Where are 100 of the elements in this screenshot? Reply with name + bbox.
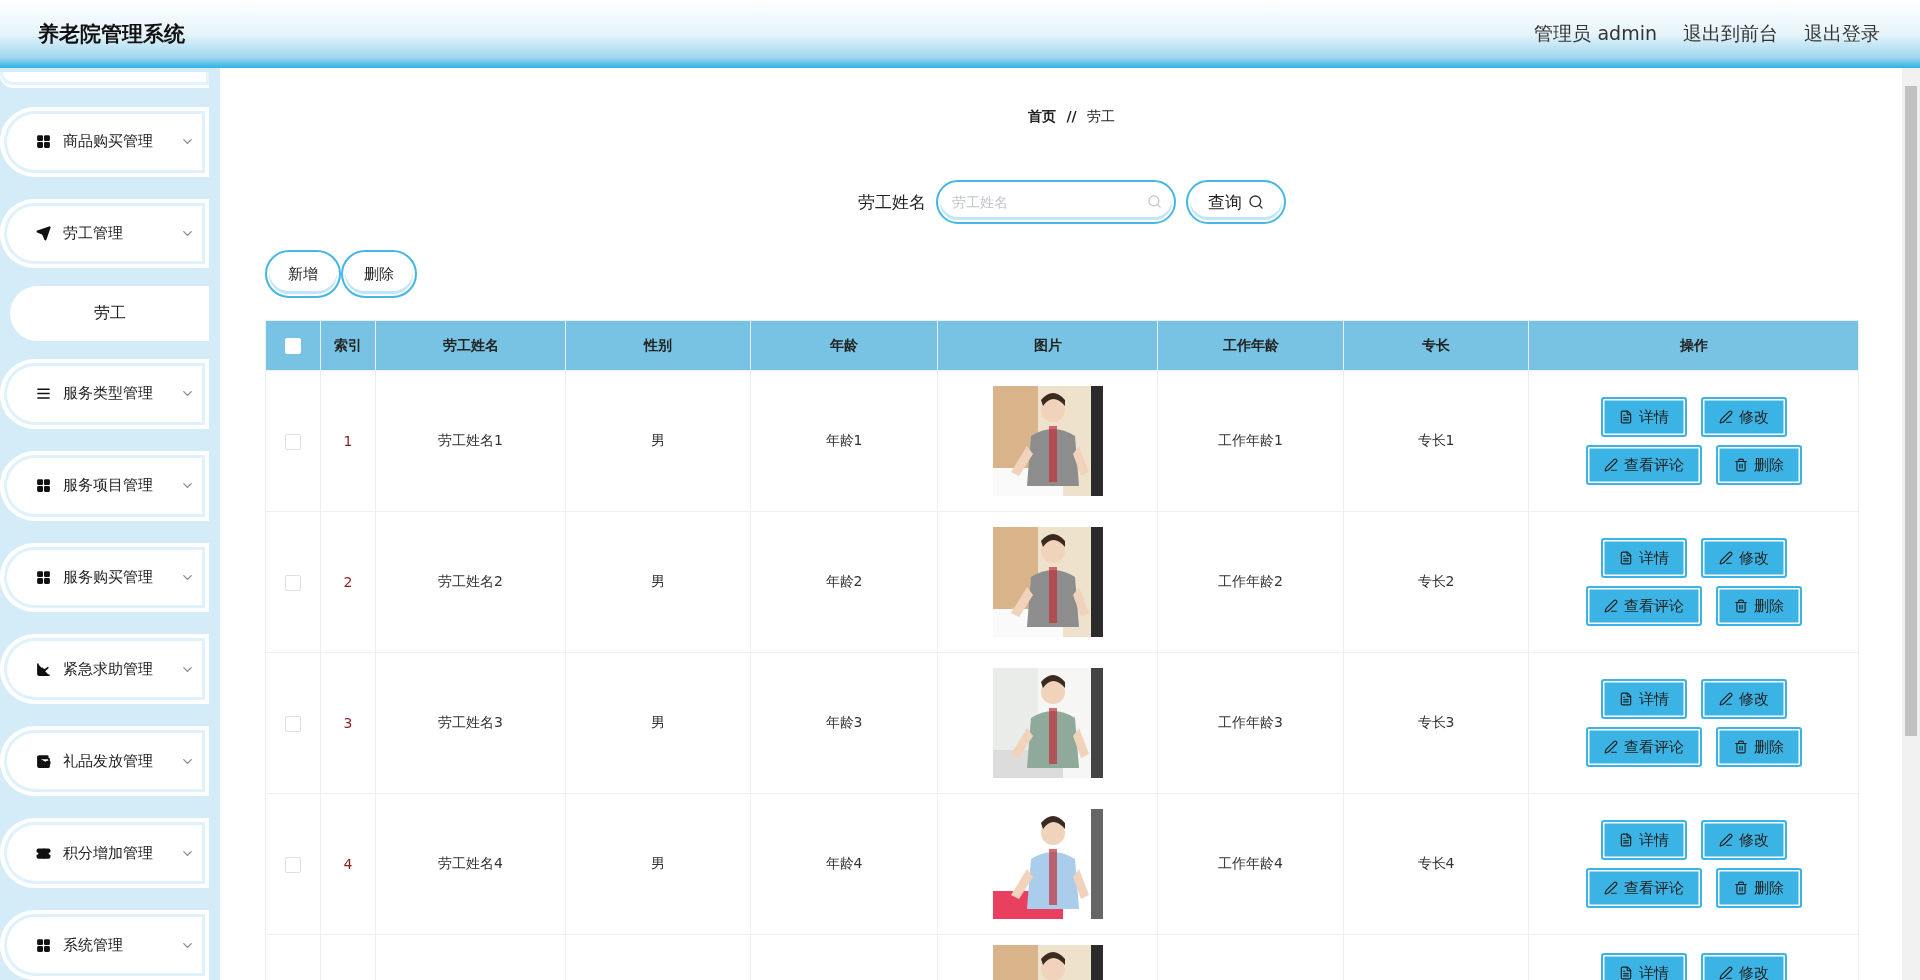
wallet-icon (36, 753, 51, 769)
menu-item[interactable]: 商品购买管理 (0, 106, 209, 177)
list-icon (36, 386, 51, 402)
search-icon (1247, 194, 1264, 210)
app-title: 养老院管理系统 (38, 21, 185, 48)
action-button[interactable]: 详情 (1600, 953, 1687, 980)
table-cell: 工作年龄2 (1157, 511, 1344, 653)
table-cell: 年龄3 (750, 652, 938, 794)
pen-icon (1603, 599, 1618, 613)
checkbox[interactable] (285, 433, 301, 450)
pen-icon (1603, 458, 1618, 472)
action-button[interactable]: 详情 (1600, 820, 1687, 860)
action-button[interactable]: 删除 (1715, 586, 1802, 626)
table-cell: 劳工姓名4 (375, 793, 566, 935)
table-cell: 专长4 (1343, 793, 1529, 935)
header-link[interactable]: 退出到前台 (1683, 21, 1778, 47)
table-cell: 男 (565, 370, 751, 512)
table-cell: 工作年龄4 (1157, 793, 1344, 935)
table-cell: 男 (565, 511, 751, 653)
search-field[interactable]: 劳工姓名 (935, 180, 1176, 224)
submenu-item[interactable]: 劳工 (10, 286, 209, 341)
document-icon (1618, 551, 1633, 565)
action-button[interactable]: 删除 (1715, 727, 1802, 767)
trash-icon (1733, 458, 1748, 472)
menu-item[interactable]: 服务项目管理 (0, 450, 209, 521)
column-header: 性别 (565, 320, 751, 371)
document-icon (1618, 966, 1633, 980)
table-cell: 2 (320, 511, 376, 653)
table-cell: 男 (565, 793, 751, 935)
action-button[interactable]: 查看评论 (1585, 586, 1702, 626)
menu-item[interactable]: 服务类型管理 (0, 358, 209, 429)
grid-icon (36, 937, 51, 953)
pen-icon (1603, 881, 1618, 895)
menu-item[interactable]: 系统管理 (0, 910, 209, 980)
column-header: 专长 (1343, 320, 1529, 371)
scrollbar-thumb[interactable] (1905, 86, 1917, 736)
action-button[interactable]: 查看评论 (1585, 727, 1702, 767)
checkbox[interactable] (285, 715, 301, 732)
table-cell: 1 (320, 370, 376, 512)
pen-icon (1718, 833, 1733, 847)
breadcrumb-item[interactable]: 劳工 (1086, 108, 1115, 126)
search-icon (1146, 194, 1162, 209)
trash-icon (1733, 881, 1748, 895)
table-cell: 工作年龄1 (1157, 370, 1344, 512)
document-icon (1618, 833, 1633, 847)
table-cell: 工作年龄3 (1157, 652, 1344, 794)
action-button[interactable]: 修改 (1700, 953, 1787, 980)
document-icon (1618, 692, 1633, 706)
table-cell: 专长1 (1343, 370, 1529, 512)
column-header: 图片 (937, 320, 1158, 371)
action-button[interactable]: 详情 (1600, 397, 1687, 437)
pen-icon (1603, 740, 1618, 754)
menu-item[interactable]: 劳工管理 (0, 198, 209, 269)
action-button[interactable]: 修改 (1700, 538, 1787, 578)
chart-icon (36, 661, 51, 677)
action-button[interactable]: 查看评论 (1585, 445, 1702, 485)
action-button[interactable]: 修改 (1700, 820, 1787, 860)
delete-button[interactable]: 删除 (341, 250, 417, 298)
table-cell: 专长2 (1343, 511, 1529, 653)
query-button[interactable]: 查询 (1185, 180, 1286, 224)
action-button[interactable]: 修改 (1700, 679, 1787, 719)
table-cell: 专长3 (1343, 652, 1529, 794)
pen-icon (1718, 692, 1733, 706)
action-button[interactable]: 删除 (1715, 868, 1802, 908)
menu-item[interactable]: 礼品发放管理 (0, 726, 209, 797)
action-button[interactable]: 详情 (1600, 538, 1687, 578)
menu-item[interactable]: 积分增加管理 (0, 818, 209, 889)
pen-icon (1718, 410, 1733, 424)
breadcrumb-item[interactable]: 首页 (1028, 108, 1057, 126)
column-header: 劳工姓名 (375, 320, 566, 371)
document-icon (1618, 410, 1633, 424)
menu-item[interactable]: 紧急求助管理 (0, 634, 209, 705)
column-header: 年龄 (750, 320, 938, 371)
action-button[interactable]: 修改 (1700, 397, 1787, 437)
table-cell: 劳工姓名2 (375, 511, 566, 653)
header-link[interactable]: 退出登录 (1804, 21, 1880, 47)
checkbox[interactable] (285, 574, 301, 591)
add-button[interactable]: 新增 (265, 250, 341, 298)
table-cell: 男 (565, 652, 751, 794)
table-cell: 年龄1 (750, 370, 938, 512)
table-cell: 劳工姓名3 (375, 652, 566, 794)
pen-icon (1718, 551, 1733, 565)
action-button[interactable]: 删除 (1715, 445, 1802, 485)
action-button[interactable]: 详情 (1600, 679, 1687, 719)
pen-icon (1718, 966, 1733, 980)
table-cell: 4 (320, 793, 376, 935)
table-cell: 年龄2 (750, 511, 938, 653)
table-cell: 3 (320, 652, 376, 794)
menu-item[interactable]: 服务购买管理 (0, 542, 209, 613)
header-link[interactable]: 管理员 admin (1534, 21, 1657, 47)
grid-icon (36, 478, 51, 494)
breadcrumb-separator: // (1066, 108, 1077, 126)
paper-plane-icon (36, 226, 51, 241)
search-label: 劳工姓名 (857, 190, 926, 214)
column-header: 工作年龄 (1157, 320, 1344, 371)
column-header: 操作 (1528, 320, 1859, 371)
column-header: 索引 (320, 320, 376, 371)
action-button[interactable]: 查看评论 (1585, 868, 1702, 908)
checkbox[interactable] (285, 856, 301, 873)
trash-icon (1733, 599, 1748, 613)
